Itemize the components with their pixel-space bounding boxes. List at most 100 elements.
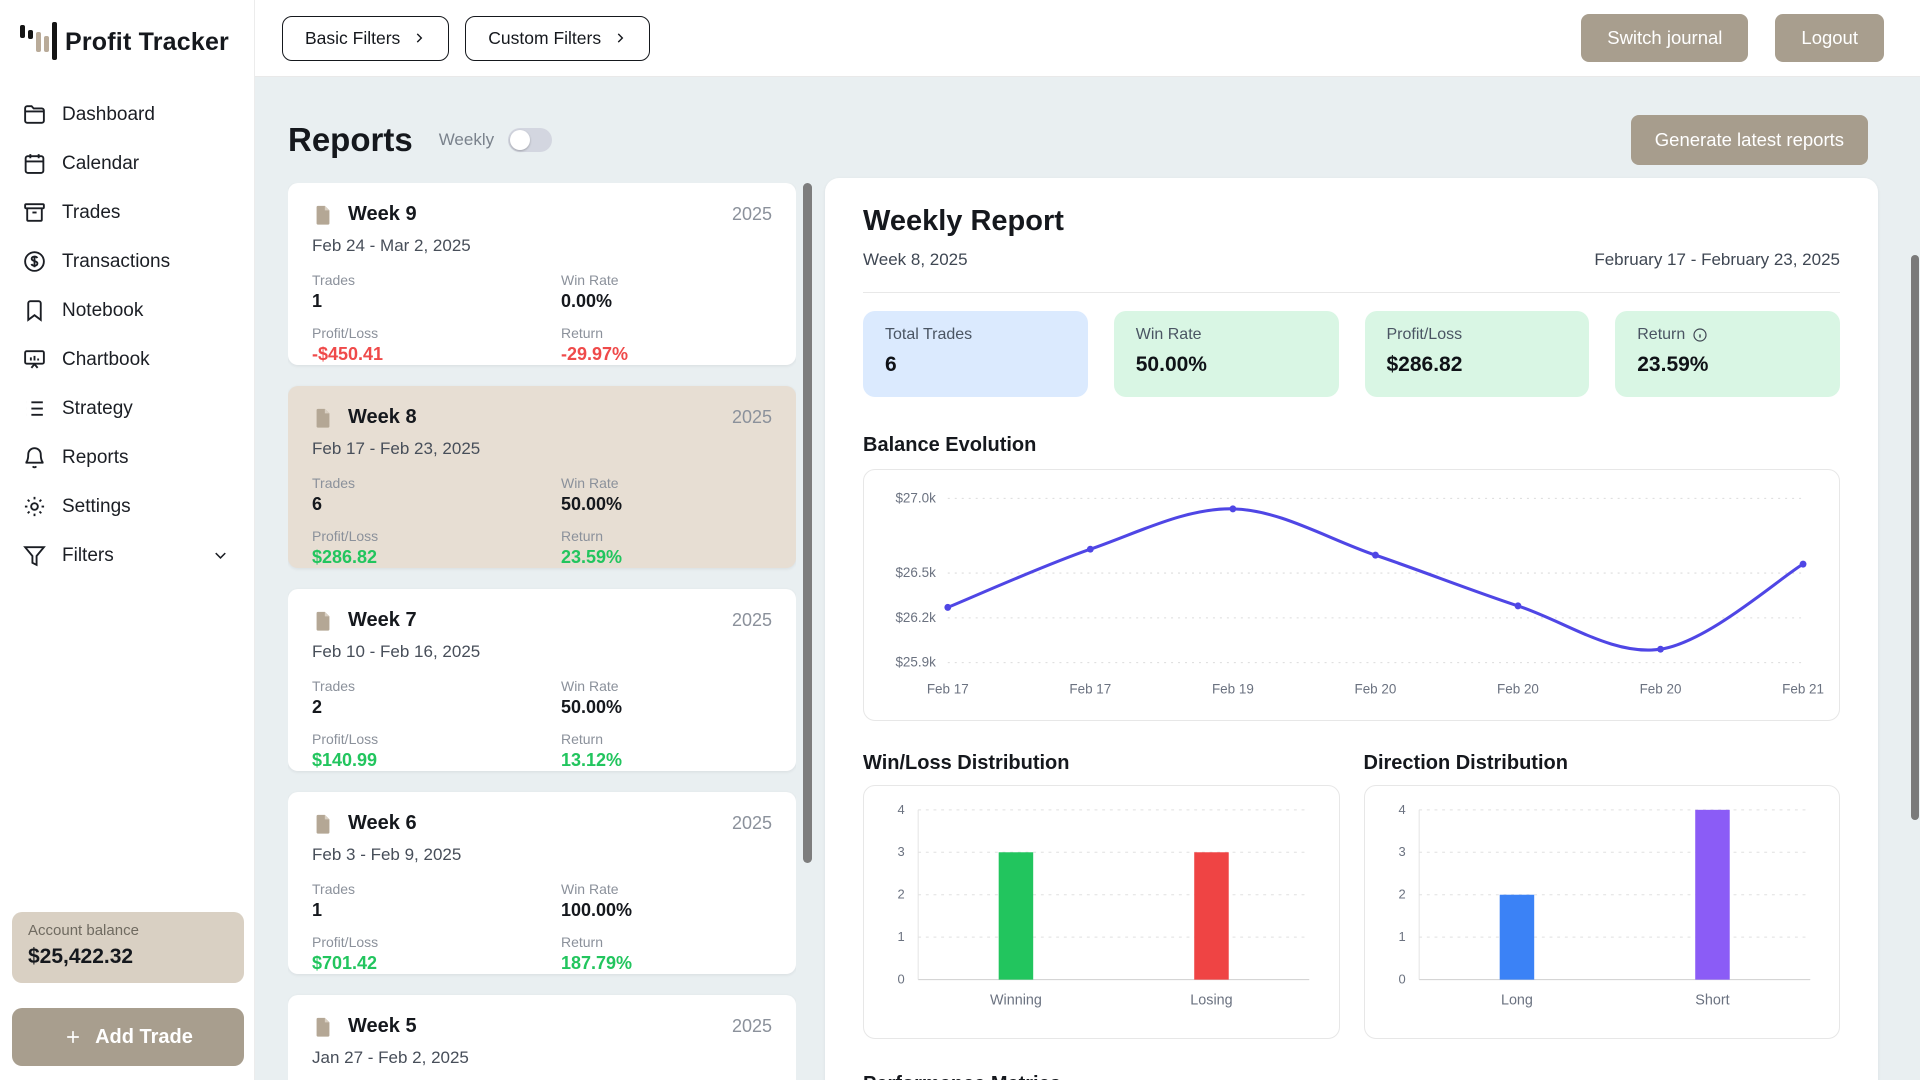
sidebar-item-settings[interactable]: Settings — [0, 482, 254, 531]
chevron-right-icon — [412, 31, 426, 45]
stats-row: Total Trades 6 Win Rate 50.00% Profit/Lo… — [863, 311, 1840, 397]
week-card-week9[interactable]: Week 9 2025 Feb 24 - Mar 2, 2025 Trades1… — [288, 183, 796, 365]
week-title: Week 9 — [348, 203, 417, 226]
svg-text:$27.0k: $27.0k — [895, 490, 936, 505]
sidebar-item-label: Dashboard — [62, 104, 155, 126]
report-subtitle: Week 8, 2025 — [863, 250, 968, 272]
pl-value: $701.42 — [312, 953, 561, 974]
win-rate-label: Win Rate — [561, 272, 772, 288]
direction-chart: 01234LongShort — [1364, 785, 1841, 1039]
weekly-toggle[interactable] — [508, 128, 552, 152]
trades-value: 1 — [312, 291, 561, 312]
return-label: Return — [561, 934, 772, 950]
win-rate-label: Win Rate — [561, 881, 772, 897]
dollar-circle-icon — [22, 249, 47, 274]
week-year: 2025 — [732, 610, 772, 631]
generate-reports-button[interactable]: Generate latest reports — [1631, 115, 1868, 165]
week-range: Feb 24 - Mar 2, 2025 — [312, 236, 772, 256]
return-value: 13.12% — [561, 750, 772, 771]
file-icon — [312, 610, 334, 632]
stat-card-total-trades: Total Trades 6 — [863, 311, 1088, 397]
week-range: Jan 27 - Feb 2, 2025 — [312, 1048, 772, 1068]
sidebar-item-dashboard[interactable]: Dashboard — [0, 90, 254, 139]
add-trade-button[interactable]: Add Trade — [12, 1008, 244, 1066]
week-card-week6[interactable]: Week 6 2025 Feb 3 - Feb 9, 2025 Trades1 … — [288, 792, 796, 974]
sidebar-item-label: Notebook — [62, 300, 143, 322]
stat-value: 50.00% — [1136, 353, 1317, 377]
sidebar-item-chartbook[interactable]: Chartbook — [0, 335, 254, 384]
basic-filters-label: Basic Filters — [305, 28, 400, 49]
switch-journal-button[interactable]: Switch journal — [1581, 14, 1748, 62]
return-label: Return — [561, 325, 772, 341]
week-range: Feb 17 - Feb 23, 2025 — [312, 439, 772, 459]
sidebar-item-notebook[interactable]: Notebook — [0, 286, 254, 335]
week-card-week8[interactable]: Week 8 2025 Feb 17 - Feb 23, 2025 Trades… — [288, 386, 796, 568]
window-scrollbar — [1911, 255, 1919, 1080]
account-balance-value: $25,422.32 — [28, 945, 228, 969]
sidebar-item-strategy[interactable]: Strategy — [0, 384, 254, 433]
svg-text:$25.9k: $25.9k — [895, 655, 936, 670]
stat-label: Win Rate — [1136, 326, 1202, 344]
sidebar-item-calendar[interactable]: Calendar — [0, 139, 254, 188]
sidebar: Profit Tracker Dashboard Calendar Trades… — [0, 0, 255, 1080]
week-range: Feb 10 - Feb 16, 2025 — [312, 642, 772, 662]
week-year: 2025 — [732, 1016, 772, 1037]
svg-text:Winning: Winning — [990, 992, 1042, 1008]
svg-text:Short: Short — [1695, 992, 1729, 1008]
sidebar-item-filters[interactable]: Filters — [0, 531, 254, 580]
basic-filters-button[interactable]: Basic Filters — [282, 16, 449, 61]
week-range: Feb 3 - Feb 9, 2025 — [312, 845, 772, 865]
pl-label: Profit/Loss — [312, 325, 561, 341]
week-year: 2025 — [732, 204, 772, 225]
window-scrollbar-thumb[interactable] — [1911, 255, 1919, 820]
plus-icon — [63, 1027, 83, 1047]
sidebar-item-reports[interactable]: Reports — [0, 433, 254, 482]
sidebar-item-label: Settings — [62, 496, 131, 518]
app-logo: Profit Tracker — [0, 0, 254, 62]
info-icon[interactable] — [1692, 327, 1708, 343]
reports-header: Reports Weekly Generate latest reports — [288, 115, 1868, 165]
svg-text:2: 2 — [898, 886, 905, 901]
sidebar-item-transactions[interactable]: Transactions — [0, 237, 254, 286]
custom-filters-button[interactable]: Custom Filters — [465, 16, 650, 61]
trades-label: Trades — [312, 475, 561, 491]
win-rate-label: Win Rate — [561, 475, 772, 491]
sidebar-item-label: Reports — [62, 447, 129, 469]
svg-text:$26.5k: $26.5k — [895, 565, 936, 580]
svg-text:0: 0 — [1398, 971, 1405, 986]
win-rate-value: 50.00% — [561, 697, 772, 718]
pl-label: Profit/Loss — [312, 528, 561, 544]
divider — [863, 292, 1840, 293]
sidebar-item-trades[interactable]: Trades — [0, 188, 254, 237]
stat-value: $286.82 — [1387, 353, 1568, 377]
calendar-icon — [22, 151, 47, 176]
trades-label: Trades — [312, 881, 561, 897]
topbar: Basic Filters Custom Filters Switch jour… — [255, 0, 1920, 77]
file-icon — [312, 813, 334, 835]
week-card-week5[interactable]: Week 5 2025 Jan 27 - Feb 2, 2025 — [288, 995, 796, 1080]
return-value: -29.97% — [561, 344, 772, 365]
bar-chart-svg: 01234LongShort — [1377, 796, 1828, 1028]
sidebar-item-label: Strategy — [62, 398, 133, 420]
logout-button[interactable]: Logout — [1775, 14, 1884, 62]
svg-text:Feb 17: Feb 17 — [1069, 681, 1111, 696]
gear-icon — [22, 494, 47, 519]
stat-value: 23.59% — [1637, 353, 1818, 377]
week-list-scrollbar-thumb[interactable] — [803, 183, 812, 863]
week-card-week7[interactable]: Week 7 2025 Feb 10 - Feb 16, 2025 Trades… — [288, 589, 796, 771]
stat-card-return: Return 23.59% — [1615, 311, 1840, 397]
week-title: Week 7 — [348, 609, 417, 632]
svg-text:3: 3 — [898, 844, 905, 859]
trades-value: 2 — [312, 697, 561, 718]
svg-text:Feb 20: Feb 20 — [1640, 681, 1682, 696]
performance-metrics-heading: Performance Metrics — [863, 1073, 1840, 1080]
trades-label: Trades — [312, 678, 561, 694]
svg-text:4: 4 — [898, 802, 905, 817]
pl-label: Profit/Loss — [312, 934, 561, 950]
balance-evolution-heading: Balance Evolution — [863, 431, 1840, 459]
svg-text:3: 3 — [1398, 844, 1405, 859]
stat-label: Total Trades — [885, 326, 972, 344]
direction-heading: Direction Distribution — [1364, 749, 1841, 777]
return-label: Return — [561, 528, 772, 544]
svg-text:Losing: Losing — [1190, 992, 1232, 1008]
